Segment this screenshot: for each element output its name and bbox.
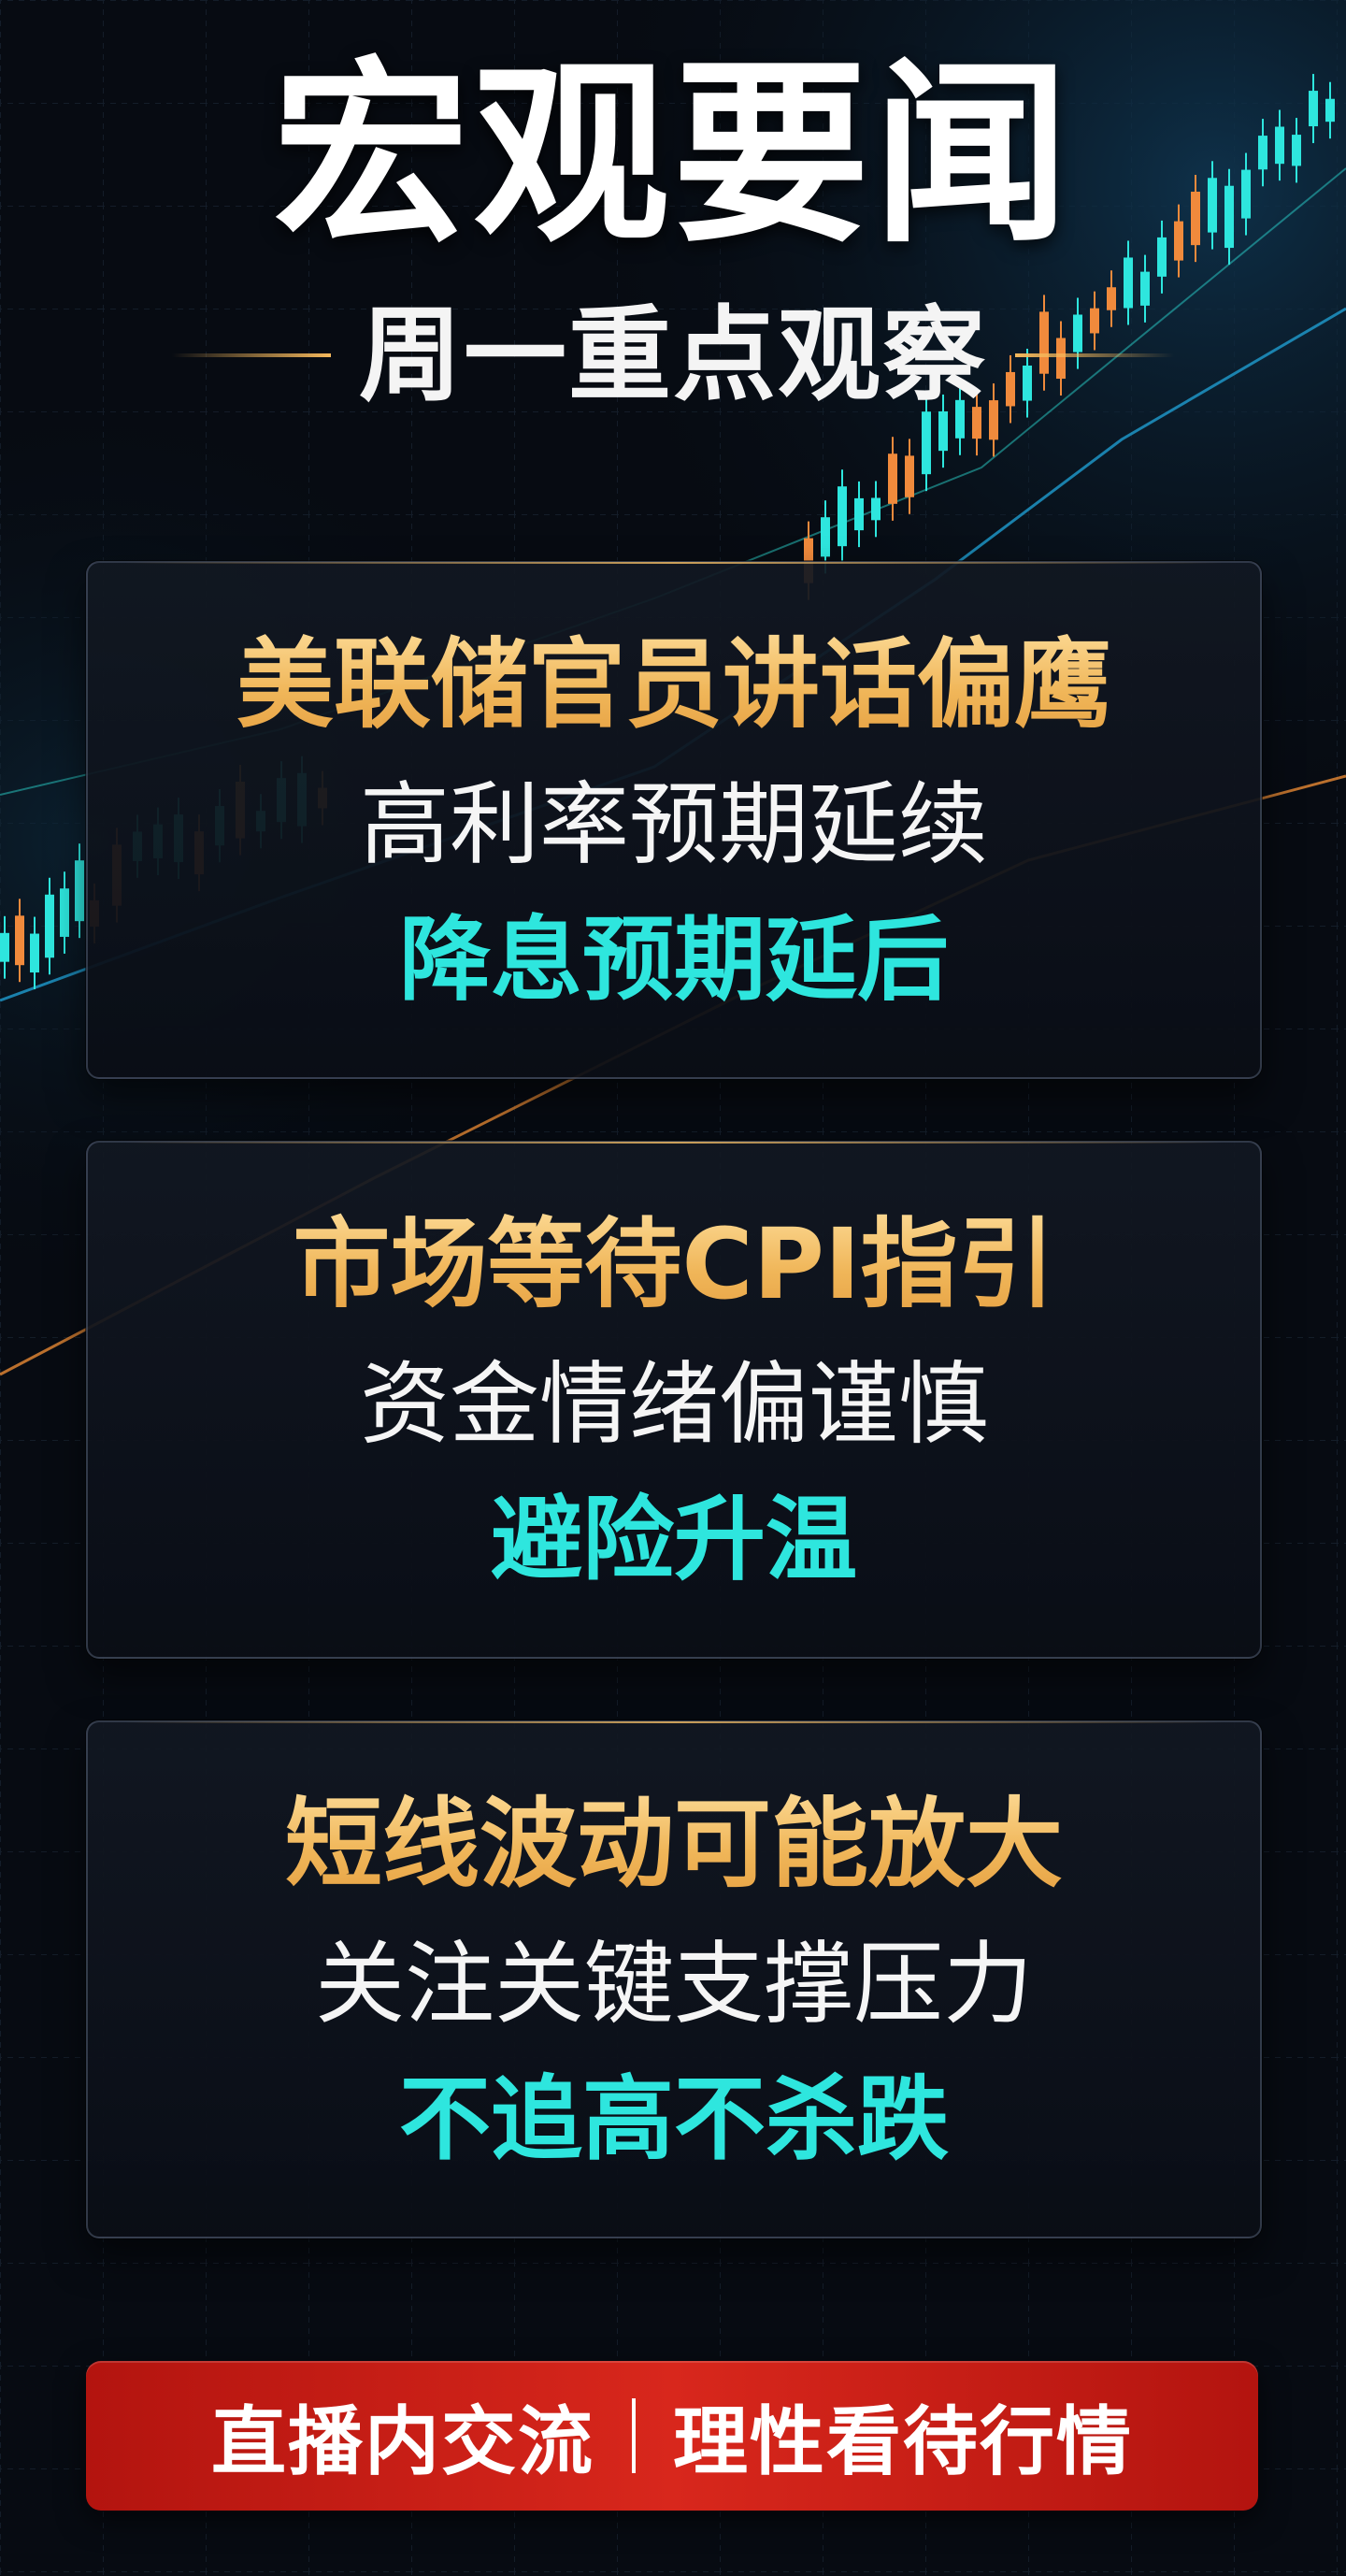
footer-text-right: 理性看待行情 (673, 2398, 1133, 2485)
footer-separator (632, 2398, 636, 2473)
candle-body (45, 894, 54, 958)
candle-body (75, 860, 84, 922)
card-line: 关注关键支撑压力 (315, 1931, 1033, 2036)
candle-body (922, 411, 931, 475)
card-line: 高利率预期延续 (360, 771, 988, 877)
page-subtitle: 周一重点观察 (359, 295, 987, 415)
candle-body (15, 915, 24, 966)
candle-body (838, 486, 847, 547)
subtitle-row: 周一重点观察 (0, 295, 1346, 416)
news-card-volatility: 短线波动可能放大 关注关键支撑压力 不追高不杀跌 (86, 1720, 1262, 2238)
subtitle-divider-right (1015, 353, 1174, 357)
footer-banner: 直播内交流 理性看待行情 (86, 2361, 1258, 2511)
candle-body (938, 410, 948, 452)
card-line: 资金情绪偏谨慎 (360, 1351, 988, 1457)
card-heading: 美联储官员讲话偏鹰 (236, 612, 1111, 757)
subtitle-divider-left (172, 353, 331, 357)
card-highlight: 不追高不杀跌 (398, 2065, 949, 2173)
card-highlight: 避险升温 (490, 1486, 857, 1593)
news-card-cpi: 市场等待CPI指引 资金情绪偏谨慎 避险升温 (86, 1141, 1262, 1659)
candle-body (905, 455, 914, 497)
news-card-fed: 美联储官员讲话偏鹰 高利率预期延续 降息预期延后 (86, 561, 1262, 1079)
candle-body (854, 497, 864, 531)
page-title: 宏观要闻 (272, 40, 1073, 269)
candle-body (821, 517, 830, 557)
card-highlight: 降息预期延后 (398, 906, 949, 1014)
footer-text-left: 直播内交流 (211, 2398, 594, 2485)
candle-body (871, 497, 881, 521)
candle-body (0, 932, 9, 962)
card-heading: 短线波动可能放大 (285, 1771, 1063, 1917)
candle-body (60, 888, 69, 937)
card-heading: 市场等待CPI指引 (293, 1191, 1054, 1337)
candle-body (888, 453, 897, 504)
candle-body (30, 933, 39, 973)
